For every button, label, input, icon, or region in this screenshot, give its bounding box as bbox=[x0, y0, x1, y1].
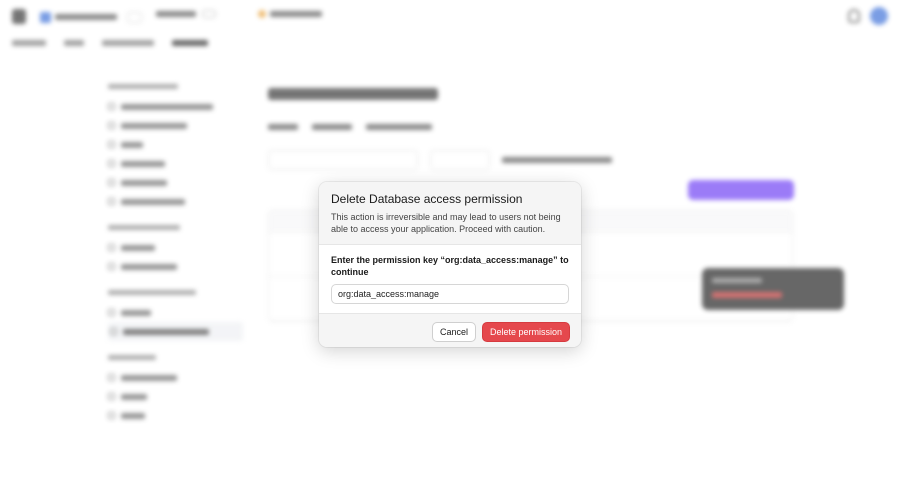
confirm-key-label: Enter the permission key “org:data_acces… bbox=[331, 255, 569, 277]
delete-permission-button[interactable]: Delete permission bbox=[481, 322, 570, 342]
delete-permission-dialog: Delete Database access permission This a… bbox=[319, 182, 581, 347]
dialog-footer: Cancel Delete permission bbox=[319, 314, 581, 347]
app-root: Delete Database access permission This a… bbox=[0, 0, 900, 484]
dialog-header: Delete Database access permission This a… bbox=[319, 182, 581, 244]
dialog-title: Delete Database access permission bbox=[331, 192, 523, 206]
cancel-button[interactable]: Cancel bbox=[431, 322, 476, 342]
dialog-body: Enter the permission key “org:data_acces… bbox=[319, 244, 581, 314]
confirm-key-input[interactable] bbox=[331, 284, 569, 304]
dialog-description: This action is irreversible and may lead… bbox=[331, 212, 561, 234]
